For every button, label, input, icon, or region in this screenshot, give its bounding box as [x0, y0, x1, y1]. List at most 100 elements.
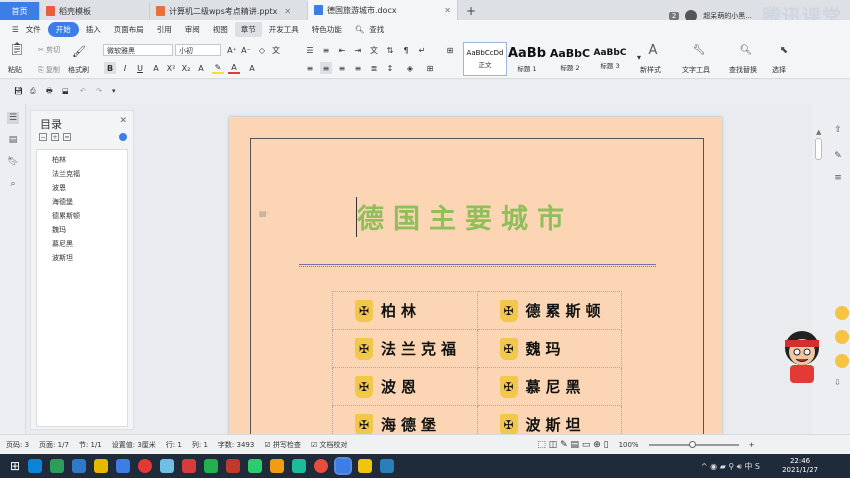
- numbered-list-icon[interactable]: ≡: [320, 44, 332, 56]
- toc-item[interactable]: 波斯坦: [52, 253, 73, 263]
- emoji-icon[interactable]: [835, 354, 849, 368]
- taskbar-app-icon[interactable]: [94, 459, 109, 473]
- pointer-icon[interactable]: ⬉: [777, 43, 791, 57]
- toc-item[interactable]: 海德堡: [52, 197, 73, 207]
- status-words[interactable]: 字数: 3493: [218, 440, 254, 450]
- italic-button[interactable]: I: [119, 62, 131, 74]
- taskbar-app-icon[interactable]: [292, 459, 307, 473]
- new-style-icon[interactable]: A: [646, 43, 660, 58]
- document-page[interactable]: ▤· 德国主要城市 ✠ 柏林 ✠ 德累斯顿 ✠ 法兰克福 ✠ 魏玛 ✠ 波恩 ✠ 慕尼黑 ✠…: [229, 117, 722, 434]
- new-style-label[interactable]: 新样式: [640, 65, 661, 75]
- settings-sliders-icon[interactable]: ≡: [832, 172, 844, 184]
- document-title[interactable]: 德国主要城市: [357, 197, 573, 236]
- phonetic-icon[interactable]: 文: [270, 44, 282, 56]
- table-cell[interactable]: ✠ 波恩: [332, 367, 478, 406]
- status-page[interactable]: 页面: 1/7: [39, 440, 69, 450]
- table-cell[interactable]: ✠ 法兰克福: [332, 329, 478, 368]
- toc-item[interactable]: 波恩: [52, 183, 66, 193]
- print-icon[interactable]: 🖶︎: [46, 87, 53, 98]
- toc-panel-icon[interactable]: ☰: [7, 112, 19, 124]
- menu-developer[interactable]: 开发工具: [263, 22, 305, 37]
- scroll-down-icon[interactable]: ⇩: [834, 378, 841, 387]
- user-name[interactable]: 超呆萌的小黑...: [703, 11, 752, 21]
- status-section[interactable]: 节: 1/1: [79, 440, 102, 450]
- wps-writer-icon[interactable]: [334, 457, 353, 475]
- table-cell[interactable]: ✠ 波斯坦: [476, 405, 622, 434]
- indent-icon[interactable]: ⇥: [352, 44, 364, 56]
- copy-button[interactable]: ⎘ 复制: [38, 65, 60, 75]
- edit-icon[interactable]: ✎: [832, 150, 844, 162]
- spell-check-button[interactable]: ☑ 拼写检查: [264, 440, 301, 450]
- style-more-icon[interactable]: ▾: [633, 51, 645, 63]
- highlight-button[interactable]: ✎: [212, 62, 224, 74]
- taskbar-app-icon[interactable]: [248, 459, 263, 473]
- subscript-button[interactable]: X₂: [180, 62, 192, 74]
- cut-button[interactable]: ✂ 剪切: [38, 45, 60, 55]
- zoom-level[interactable]: 100%: [619, 441, 639, 449]
- find-replace-label[interactable]: 查找替换: [729, 65, 757, 75]
- sync-icon[interactable]: [119, 133, 127, 141]
- export-icon[interactable]: ⬓: [62, 87, 69, 95]
- taskbar-app-icon[interactable]: [270, 459, 285, 473]
- taskbar-app-icon[interactable]: [72, 459, 87, 473]
- text-tools-label[interactable]: 文字工具: [682, 65, 710, 75]
- select-label[interactable]: 选择: [772, 65, 786, 75]
- toc-item[interactable]: 法兰克福: [52, 169, 80, 179]
- undo-icon[interactable]: ↶: [80, 87, 86, 95]
- tab-pptx[interactable]: 计算机二级wps考点精讲.pptx ✕: [150, 2, 308, 20]
- taskbar-app-icon[interactable]: [116, 459, 131, 473]
- taskbar-app-icon[interactable]: [226, 459, 241, 473]
- bold-button[interactable]: B: [104, 62, 116, 74]
- emoji-icon[interactable]: [835, 306, 849, 320]
- toc-item[interactable]: 德累斯顿: [52, 211, 80, 221]
- line-spacing-icon[interactable]: ↕: [384, 62, 396, 74]
- view-mode-icons[interactable]: ⬚ ◫ ✎ ▤ ▭ ⊕ ▯: [537, 440, 608, 450]
- paste-label[interactable]: 粘贴: [8, 65, 22, 75]
- tab-docer-templates[interactable]: 稻壳模板: [40, 2, 150, 20]
- align-center-icon[interactable]: ≡: [320, 62, 332, 74]
- sort-icon[interactable]: ⇅: [384, 44, 396, 56]
- underline-button[interactable]: U: [134, 62, 146, 74]
- status-page-num[interactable]: 页码: 3: [6, 440, 29, 450]
- table-cell[interactable]: ✠ 柏林: [332, 291, 478, 330]
- clear-format-icon[interactable]: ◇: [256, 44, 268, 56]
- scroll-up-icon[interactable]: ▲: [816, 128, 821, 136]
- style-heading-3[interactable]: AaBbC 标题 3: [588, 42, 632, 76]
- table-cell[interactable]: ✠ 海德堡: [332, 405, 478, 434]
- close-icon[interactable]: ✕: [284, 7, 291, 16]
- close-icon[interactable]: ✕: [444, 6, 451, 15]
- menu-insert[interactable]: 插入: [80, 22, 107, 37]
- taskbar-clock[interactable]: 22:46 2021/1/27: [782, 457, 818, 475]
- emoji-icon[interactable]: [835, 330, 849, 344]
- close-icon[interactable]: ✕: [119, 116, 127, 126]
- customize-icon[interactable]: ▾: [112, 87, 116, 95]
- system-tray-icons[interactable]: ^ ◉ ▰ ⚲ 🔊︎ 中 S: [701, 461, 760, 472]
- font-effect-button[interactable]: A: [195, 62, 207, 74]
- chinese-layout-icon[interactable]: 文: [368, 44, 380, 56]
- taskbar-app-icon[interactable]: [380, 459, 395, 473]
- collapse-icon[interactable]: −: [39, 133, 47, 141]
- font-name-select[interactable]: 微软雅黑: [103, 44, 173, 56]
- style-heading-1[interactable]: AaBb 标题 1: [505, 42, 549, 76]
- scroll-thumb[interactable]: [815, 138, 822, 160]
- table-cell[interactable]: ✠ 慕尼黑: [476, 367, 622, 406]
- align-right-icon[interactable]: ≡: [336, 62, 348, 74]
- wechat-icon[interactable]: [204, 459, 219, 473]
- strikethrough-button[interactable]: A: [150, 62, 162, 74]
- align-left-icon[interactable]: ≡: [304, 62, 316, 74]
- shading-icon[interactable]: ◈: [404, 62, 416, 74]
- format-painter-label[interactable]: 格式刷: [68, 65, 89, 75]
- borders-icon[interactable]: ⊞: [424, 62, 436, 74]
- shrink-font-button[interactable]: A⁻: [240, 44, 252, 56]
- zoom-slider[interactable]: [648, 440, 739, 448]
- proofread-button[interactable]: ☑ 文档校对: [311, 440, 348, 450]
- superscript-button[interactable]: X²: [165, 62, 177, 74]
- edge-icon[interactable]: [28, 459, 43, 473]
- paragraph-marks-icon[interactable]: ↵: [416, 44, 428, 56]
- new-tab-button[interactable]: +: [458, 2, 484, 20]
- menu-start[interactable]: 开始: [47, 22, 79, 37]
- menu-search[interactable]: 查找: [363, 22, 390, 37]
- find-panel-icon[interactable]: ⌕: [7, 178, 19, 190]
- zoom-in-icon[interactable]: +: [749, 441, 755, 449]
- menu-view[interactable]: 视图: [207, 22, 234, 37]
